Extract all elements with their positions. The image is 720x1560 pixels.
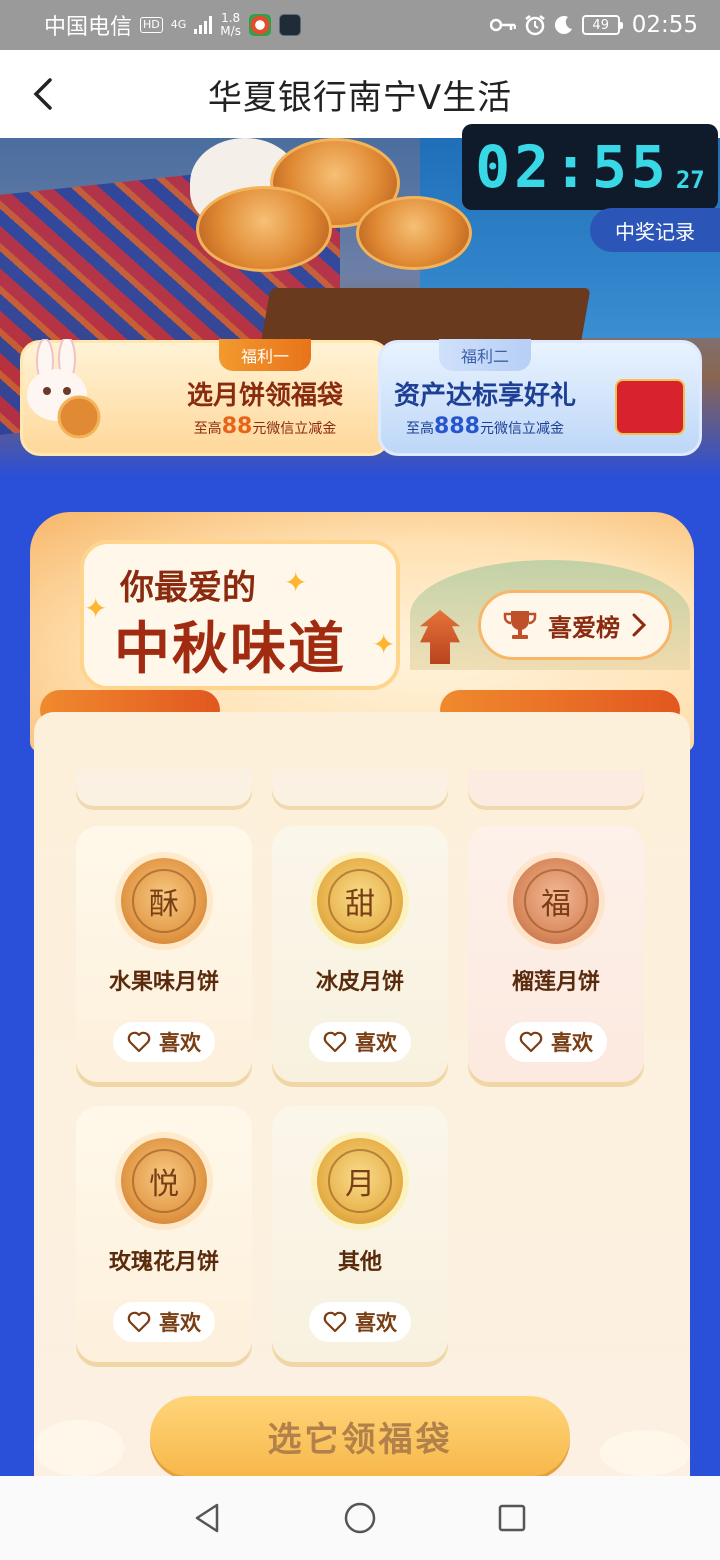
chevron-right-icon — [632, 613, 647, 637]
like-button[interactable]: 喜欢 — [113, 1022, 215, 1062]
sparkle-icon: ✦ — [284, 566, 308, 599]
trophy-icon — [503, 611, 537, 639]
home-circle-icon[interactable] — [343, 1501, 377, 1535]
key-icon — [489, 18, 516, 32]
card-stub — [76, 770, 252, 806]
welfare-sub-suffix: 元微信立减金 — [479, 421, 564, 437]
flavor-card[interactable]: 福 榴莲月饼 喜欢 — [468, 826, 644, 1082]
like-button[interactable]: 喜欢 — [309, 1022, 411, 1062]
mooncake-coin-icon: 酥 — [121, 858, 207, 944]
sparkle-icon: ✦ — [372, 628, 396, 661]
coin-glyph: 福 — [524, 869, 588, 933]
clock-seconds: 27 — [675, 166, 705, 194]
clock-app-icon — [278, 14, 301, 36]
section-title-line2: 中秋味道 — [114, 617, 346, 682]
signal-icon — [194, 16, 213, 34]
like-label: 喜欢 — [159, 1031, 201, 1055]
cloud-decoration — [34, 1420, 124, 1476]
network-type: 4G — [170, 18, 187, 31]
like-label: 喜欢 — [355, 1031, 397, 1055]
mooncake-coin-icon: 月 — [317, 1138, 403, 1224]
mooncake-image — [356, 196, 472, 270]
alarm-icon — [524, 15, 545, 36]
coin-glyph: 悦 — [132, 1149, 196, 1213]
clock-time: 02:55 — [475, 133, 670, 201]
welfare-sub-suffix: 元微信立减金 — [252, 421, 337, 437]
recents-square-icon[interactable] — [495, 1501, 529, 1535]
do-not-disturb-moon-icon — [554, 16, 572, 35]
battery-level: 49 — [592, 17, 609, 33]
red-packet-icon — [615, 379, 685, 435]
battery-icon: 49 — [581, 15, 623, 35]
welfare-subtitle: 至高888元微信立减金 — [406, 414, 564, 439]
card-stub — [272, 770, 448, 806]
heart-icon — [323, 1311, 347, 1333]
like-label: 喜欢 — [551, 1031, 593, 1055]
welfare-title: 资产达标享好礼 — [393, 381, 576, 411]
coin-glyph: 酥 — [132, 869, 196, 933]
welfare-subtitle: 至高88元微信立减金 — [194, 414, 337, 439]
welfare-card-2[interactable]: 福利二 资产达标享好礼 至高888元微信立减金 — [378, 339, 702, 456]
favorites-ranking-button[interactable]: 喜爱榜 — [478, 590, 672, 660]
heart-icon — [127, 1311, 151, 1333]
welfare-amount: 88 — [221, 414, 253, 439]
coin-glyph: 月 — [328, 1149, 392, 1213]
network-speed: 1.8 M/s — [220, 12, 241, 38]
like-button[interactable]: 喜欢 — [309, 1302, 411, 1342]
flavor-name: 榴莲月饼 — [511, 970, 600, 995]
like-label: 喜欢 — [355, 1311, 397, 1335]
page-title: 华夏银行南宁V生活 — [207, 77, 513, 118]
welfare-sub-prefix: 至高 — [406, 421, 435, 437]
like-button[interactable]: 喜欢 — [113, 1302, 215, 1342]
status-right: 49 02:55 — [489, 12, 698, 38]
heart-icon — [519, 1031, 543, 1053]
welfare-card-1[interactable]: 福利一 选月饼领福袋 至高88元微信立减金 — [20, 339, 390, 456]
like-button[interactable]: 喜欢 — [505, 1022, 607, 1062]
coin-glyph: 甜 — [328, 869, 392, 933]
mooncake-coin-icon: 悦 — [121, 1138, 207, 1224]
browser-app-icon — [248, 14, 271, 36]
flavor-card[interactable]: 月 其他 喜欢 — [272, 1106, 448, 1362]
flavor-card[interactable]: 酥 水果味月饼 喜欢 — [76, 826, 252, 1082]
welfare-tag: 福利一 — [218, 339, 311, 371]
flavor-name: 水果味月饼 — [108, 970, 219, 995]
mooncake-image — [196, 186, 332, 272]
cloud-decoration — [600, 1430, 690, 1476]
system-nav-bar — [0, 1476, 720, 1560]
welfare-tag: 福利二 — [438, 339, 531, 371]
flavor-name: 玫瑰花月饼 — [108, 1250, 219, 1275]
card-stub — [468, 770, 644, 806]
select-and-claim-button[interactable]: 选它领福袋 — [150, 1396, 570, 1476]
flavor-card[interactable]: 甜 冰皮月饼 喜欢 — [272, 826, 448, 1082]
heart-icon — [323, 1031, 347, 1053]
mooncake-coin-icon: 甜 — [317, 858, 403, 944]
prize-record-button[interactable]: 中奖记录 — [590, 208, 720, 252]
floating-clock-widget[interactable]: 02:55 27 — [462, 124, 718, 210]
welfare-amount: 888 — [434, 414, 480, 439]
status-time: 02:55 — [631, 12, 698, 38]
welfare-title: 选月饼领福袋 — [186, 381, 343, 411]
cta-label: 选它领福袋 — [267, 1419, 453, 1460]
welfare-sub-prefix: 至高 — [193, 421, 222, 437]
speed-unit: M/s — [220, 24, 241, 38]
rabbit-icon — [27, 339, 101, 439]
heart-icon — [127, 1031, 151, 1053]
sparkle-icon: ✦ — [84, 592, 108, 625]
hd-badge: HD — [140, 17, 163, 33]
flavor-card[interactable]: 悦 玫瑰花月饼 喜欢 — [76, 1106, 252, 1362]
status-left: 中国电信 HD 4G 1.8 M/s — [44, 9, 301, 41]
back-arrow-icon[interactable] — [26, 76, 62, 112]
flavor-name: 冰皮月饼 — [315, 970, 404, 995]
section-title-line1: 你最爱的 — [120, 568, 256, 608]
ranking-label: 喜爱榜 — [548, 613, 620, 642]
carrier-name: 中国电信 — [44, 15, 133, 40]
like-label: 喜欢 — [159, 1311, 201, 1335]
back-triangle-icon[interactable] — [191, 1501, 225, 1535]
flavor-name: 其他 — [337, 1250, 382, 1275]
status-bar: 中国电信 HD 4G 1.8 M/s 49 02:55 — [0, 0, 720, 50]
mooncake-coin-icon: 福 — [513, 858, 599, 944]
